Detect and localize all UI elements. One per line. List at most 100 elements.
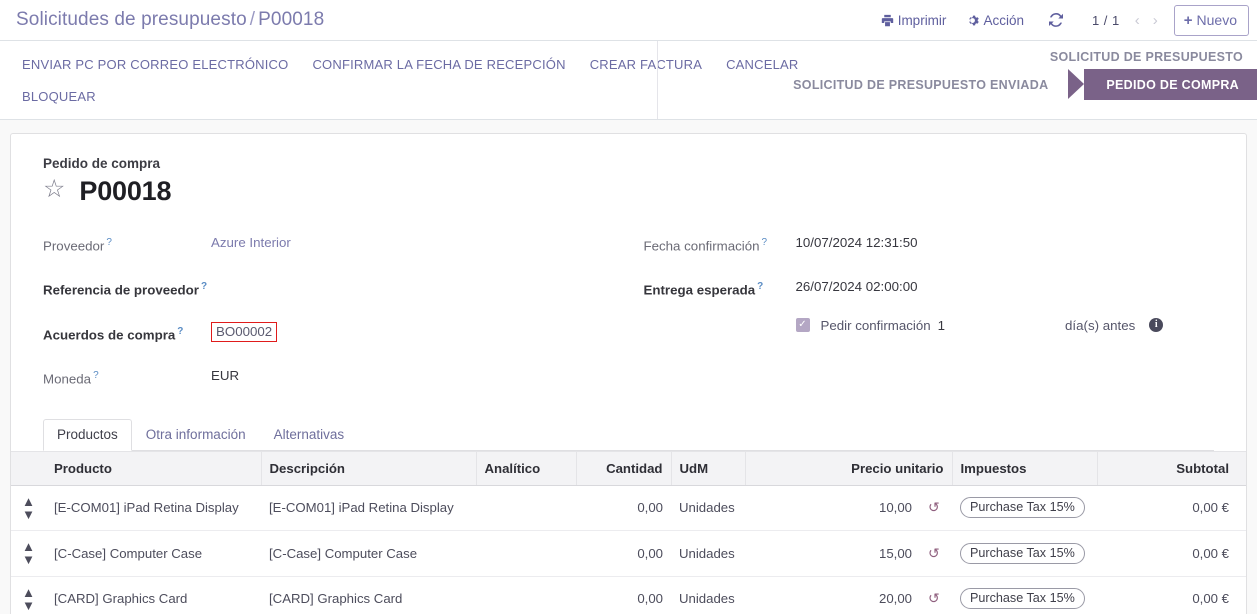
cell-unit-price[interactable]: 20,00 xyxy=(745,576,920,614)
cell-uom[interactable]: Unidades xyxy=(671,485,745,532)
th-description[interactable]: Descripción xyxy=(260,450,476,486)
print-button[interactable]: Imprimir xyxy=(871,9,957,32)
order-lines-body: ▲ ▼ [E-COM01] iPad Retina Display [E-COM0… xyxy=(11,485,1246,614)
drag-handle-icon[interactable]: ▲ ▼ xyxy=(11,485,46,532)
field-vendor-reference-label: Referencia de proveedor? xyxy=(43,281,208,298)
gear-icon xyxy=(966,14,980,27)
cell-product[interactable]: [C-Case] Computer Case xyxy=(46,530,261,577)
delete-row-button[interactable] xyxy=(1237,485,1246,532)
chevron-right-icon[interactable]: › xyxy=(1147,13,1164,28)
price-history-icon[interactable]: ↺ xyxy=(920,485,952,532)
info-icon[interactable]: i xyxy=(1149,318,1164,333)
status-action-bar: ENVIAR PC POR CORREO ELECTRÓNICO CONFIRM… xyxy=(0,41,1257,120)
price-history-icon[interactable]: ↺ xyxy=(920,530,952,577)
record-title-row: ☆ P00018 xyxy=(43,176,1214,207)
breadcrumb-parent[interactable]: Solicitudes de presupuesto xyxy=(16,9,247,30)
tax-badge[interactable]: Purchase Tax 15% xyxy=(960,588,1085,610)
notebook: Productos Otra información Alternativas xyxy=(11,418,1246,614)
table-row[interactable]: ▲ ▼ [C-Case] Computer Case [C-Case] Compu… xyxy=(11,530,1246,577)
field-confirmation-date-label: Fecha confirmación? xyxy=(643,237,768,254)
field-vendor-value[interactable]: Azure Interior xyxy=(211,233,291,252)
action-button[interactable]: Acción xyxy=(956,9,1034,32)
field-grid: Proveedor? Azure Interior Referencia de … xyxy=(43,233,1214,411)
record-subtitle: Pedido de compra xyxy=(43,156,161,171)
field-purchase-agreement-value[interactable]: BO00002 xyxy=(211,321,278,342)
cell-taxes[interactable]: Purchase Tax 15% xyxy=(952,485,1097,532)
price-history-icon[interactable]: ↺ xyxy=(920,576,952,614)
th-taxes[interactable]: Impuestos xyxy=(951,450,1097,486)
stage-rfq-sent[interactable]: SOLICITUD DE PRESUPUESTO ENVIADA xyxy=(793,69,1066,100)
help-icon[interactable]: ? xyxy=(762,237,768,248)
new-button[interactable]: + Nuevo xyxy=(1173,4,1249,36)
drag-handle-icon[interactable]: ▲ ▼ xyxy=(11,576,46,614)
cell-quantity[interactable]: 0,00 xyxy=(576,576,671,614)
delete-row-button[interactable] xyxy=(1237,576,1246,614)
th-quantity[interactable]: Cantidad xyxy=(575,450,671,486)
tab-products[interactable]: Productos xyxy=(43,418,132,451)
cell-uom[interactable]: Unidades xyxy=(671,530,745,577)
form-background: Pedido de compra ☆ P00018 Proveedor? Azu… xyxy=(0,120,1257,614)
stage-purchase-order[interactable]: PEDIDO DE COMPRA xyxy=(1067,69,1257,100)
cell-description[interactable]: [C-Case] Computer Case xyxy=(261,530,476,577)
optional-columns-button[interactable] xyxy=(1237,450,1246,486)
tab-alternatives[interactable]: Alternativas xyxy=(260,419,359,451)
cell-uom[interactable]: Unidades xyxy=(671,576,745,614)
stage-rfq[interactable]: SOLICITUD DE PRESUPUESTO xyxy=(1050,50,1243,64)
cell-description[interactable]: [CARD] Graphics Card xyxy=(261,576,476,614)
breadcrumb-separator: / xyxy=(249,9,256,30)
reminder-label: Pedir confirmación xyxy=(820,317,931,333)
table-row[interactable]: ▲ ▼ [E-COM01] iPad Retina Display [E-COM0… xyxy=(11,485,1246,532)
cell-taxes[interactable]: Purchase Tax 15% xyxy=(952,530,1097,577)
field-purchase-agreement: Acuerdos de compra? BO00002 xyxy=(43,321,629,344)
th-analytic[interactable]: Analítico xyxy=(475,450,576,486)
th-product[interactable]: Producto xyxy=(46,450,261,486)
order-lines-container: Producto Descripción Analítico Cantidad … xyxy=(11,450,1246,614)
button-send-rfq-email[interactable]: ENVIAR PC POR CORREO ELECTRÓNICO xyxy=(22,49,300,81)
control-panel-actions: Imprimir Acción 1 / 1 ‹ › + Nuevo xyxy=(871,0,1249,40)
field-expected-arrival: Entrega esperada? 26/07/2024 02:00:00 xyxy=(644,277,1215,299)
delete-row-button[interactable] xyxy=(1237,530,1246,577)
cell-description[interactable]: [E-COM01] iPad Retina Display xyxy=(261,485,476,532)
field-currency-value[interactable]: EUR xyxy=(211,366,239,385)
cell-taxes[interactable]: Purchase Tax 15% xyxy=(952,576,1097,614)
order-lines-table: Producto Descripción Analítico Cantidad … xyxy=(11,450,1246,614)
order-lines-header: Producto Descripción Analítico Cantidad … xyxy=(11,450,1246,486)
breadcrumb-current: P00018 xyxy=(258,9,325,30)
trash-icon xyxy=(1245,501,1246,514)
reminder-checkbox[interactable]: ✓ xyxy=(795,318,810,333)
cell-unit-price[interactable]: 15,00 xyxy=(745,530,920,577)
cell-quantity[interactable]: 0,00 xyxy=(576,530,671,577)
th-unit-price[interactable]: Precio unitario xyxy=(744,450,952,486)
table-row[interactable]: ▲ ▼ [CARD] Graphics Card [CARD] Graphics … xyxy=(11,576,1246,614)
pager-value[interactable]: 1 / 1 xyxy=(1084,13,1128,28)
help-icon[interactable]: ? xyxy=(93,370,99,381)
cell-subtotal: 0,00 € xyxy=(1097,530,1237,577)
help-icon[interactable]: ? xyxy=(201,281,207,292)
help-icon[interactable]: ? xyxy=(177,326,183,337)
cell-analytic[interactable] xyxy=(476,576,576,614)
field-vendor: Proveedor? Azure Interior xyxy=(43,233,629,255)
help-icon[interactable]: ? xyxy=(106,237,112,248)
tax-badge[interactable]: Purchase Tax 15% xyxy=(960,497,1085,519)
cell-unit-price[interactable]: 10,00 xyxy=(745,485,920,532)
field-confirmation-date-value[interactable]: 10/07/2024 12:31:50 xyxy=(796,233,918,252)
cell-analytic[interactable] xyxy=(476,530,576,577)
help-icon[interactable]: ? xyxy=(757,281,763,292)
th-subtotal[interactable]: Subtotal xyxy=(1096,450,1237,486)
th-uom[interactable]: UdM xyxy=(670,450,745,486)
cell-product[interactable]: [CARD] Graphics Card xyxy=(46,576,261,614)
chevron-left-icon[interactable]: ‹ xyxy=(1129,13,1146,28)
cell-analytic[interactable] xyxy=(476,485,576,532)
tab-other-information[interactable]: Otra información xyxy=(132,419,260,451)
reminder-days-input[interactable]: 1 xyxy=(938,318,945,333)
field-expected-arrival-value[interactable]: 26/07/2024 02:00:00 xyxy=(796,277,918,296)
cell-product[interactable]: [E-COM01] iPad Retina Display xyxy=(46,485,261,532)
drag-handle-icon[interactable]: ▲ ▼ xyxy=(11,530,46,577)
tax-badge[interactable]: Purchase Tax 15% xyxy=(960,542,1085,564)
refresh-icon[interactable] xyxy=(1034,10,1078,30)
star-outline-icon[interactable]: ☆ xyxy=(43,177,65,202)
cell-subtotal: 0,00 € xyxy=(1097,485,1237,532)
cell-quantity[interactable]: 0,00 xyxy=(576,485,671,532)
button-create-invoice[interactable]: CREAR FACTURA xyxy=(590,49,714,81)
button-confirm-receipt-date[interactable]: CONFIRMAR LA FECHA DE RECEPCIÓN xyxy=(312,49,577,81)
